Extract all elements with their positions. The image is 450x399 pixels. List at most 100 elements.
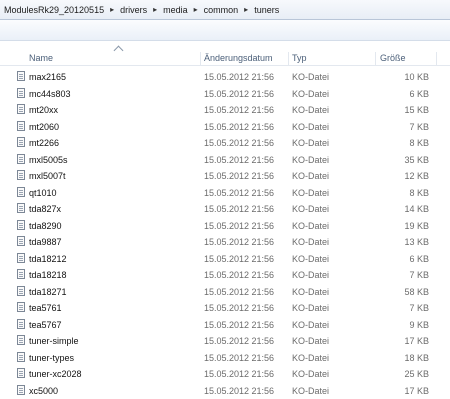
file-icon xyxy=(17,302,25,312)
file-row[interactable]: xc500015.05.2012 21:56KO-Datei17 KB xyxy=(0,383,450,399)
file-list: max216515.05.2012 21:56KO-Datei10 KBmc44… xyxy=(0,69,450,399)
file-size: 8 KB xyxy=(409,188,429,198)
file-size: 7 KB xyxy=(409,122,429,132)
file-type: KO-Datei xyxy=(292,171,329,181)
file-type: KO-Datei xyxy=(292,353,329,363)
file-row[interactable]: mxl5007t15.05.2012 21:56KO-Datei12 KB xyxy=(0,168,450,185)
file-date: 15.05.2012 21:56 xyxy=(204,105,274,115)
file-row[interactable]: mc44s80315.05.2012 21:56KO-Datei6 KB xyxy=(0,86,450,103)
file-name: tda9887 xyxy=(29,237,62,247)
file-icon xyxy=(17,286,25,296)
file-date: 15.05.2012 21:56 xyxy=(204,287,274,297)
breadcrumb-separator-icon[interactable]: ▸ xyxy=(110,5,114,14)
file-row[interactable]: tda1827115.05.2012 21:56KO-Datei58 KB xyxy=(0,284,450,301)
file-name: tea5761 xyxy=(29,303,62,313)
file-date: 15.05.2012 21:56 xyxy=(204,89,274,99)
file-icon xyxy=(17,88,25,98)
file-size: 7 KB xyxy=(409,303,429,313)
file-icon xyxy=(17,236,25,246)
file-icon xyxy=(17,385,25,395)
file-type: KO-Datei xyxy=(292,287,329,297)
address-bar[interactable]: ModulesRk29_20120515 ▸ drivers ▸ media ▸… xyxy=(0,0,450,20)
file-name: tea5767 xyxy=(29,320,62,330)
column-divider[interactable] xyxy=(375,52,376,65)
file-size: 12 KB xyxy=(404,171,429,181)
file-icon xyxy=(17,154,25,164)
file-type: KO-Datei xyxy=(292,138,329,148)
file-type: KO-Datei xyxy=(292,270,329,280)
column-divider[interactable] xyxy=(288,52,289,65)
file-name: tda827x xyxy=(29,204,61,214)
file-icon xyxy=(17,121,25,131)
file-icon xyxy=(17,203,25,213)
file-row[interactable]: tuner-simple15.05.2012 21:56KO-Datei17 K… xyxy=(0,333,450,350)
file-icon xyxy=(17,71,25,81)
file-row[interactable]: tda827x15.05.2012 21:56KO-Datei14 KB xyxy=(0,201,450,218)
column-header-size[interactable]: Größe xyxy=(380,53,406,63)
file-icon xyxy=(17,368,25,378)
breadcrumb-separator-icon[interactable]: ▸ xyxy=(244,5,248,14)
file-name: mt20xx xyxy=(29,105,58,115)
file-row[interactable]: mt206015.05.2012 21:56KO-Datei7 KB xyxy=(0,119,450,136)
file-date: 15.05.2012 21:56 xyxy=(204,336,274,346)
file-row[interactable]: tuner-types15.05.2012 21:56KO-Datei18 KB xyxy=(0,350,450,367)
file-size: 10 KB xyxy=(404,72,429,82)
file-type: KO-Datei xyxy=(292,386,329,396)
breadcrumb-item[interactable]: ModulesRk29_20120515 xyxy=(4,5,104,15)
file-type: KO-Datei xyxy=(292,254,329,264)
file-size: 19 KB xyxy=(404,221,429,231)
file-icon xyxy=(17,104,25,114)
file-row[interactable]: mxl5005s15.05.2012 21:56KO-Datei35 KB xyxy=(0,152,450,169)
breadcrumb-item[interactable]: tuners xyxy=(254,5,279,15)
file-row[interactable]: mt20xx15.05.2012 21:56KO-Datei15 KB xyxy=(0,102,450,119)
file-type: KO-Datei xyxy=(292,237,329,247)
breadcrumb-item[interactable]: common xyxy=(204,5,239,15)
file-name: mc44s803 xyxy=(29,89,71,99)
file-name: xc5000 xyxy=(29,386,58,396)
file-name: qt1010 xyxy=(29,188,57,198)
column-header-type[interactable]: Typ xyxy=(292,53,307,63)
file-type: KO-Datei xyxy=(292,72,329,82)
file-name: tuner-xc2028 xyxy=(29,369,82,379)
file-row[interactable]: max216515.05.2012 21:56KO-Datei10 KB xyxy=(0,69,450,86)
file-row[interactable]: qt101015.05.2012 21:56KO-Datei8 KB xyxy=(0,185,450,202)
file-row[interactable]: mt226615.05.2012 21:56KO-Datei8 KB xyxy=(0,135,450,152)
column-header-name[interactable]: Name xyxy=(29,53,53,63)
file-type: KO-Datei xyxy=(292,155,329,165)
file-date: 15.05.2012 21:56 xyxy=(204,237,274,247)
file-size: 18 KB xyxy=(404,353,429,363)
breadcrumb-item[interactable]: drivers xyxy=(120,5,147,15)
file-row[interactable]: tea576715.05.2012 21:56KO-Datei9 KB xyxy=(0,317,450,334)
file-name: tda18218 xyxy=(29,270,67,280)
file-row[interactable]: tuner-xc202815.05.2012 21:56KO-Datei25 K… xyxy=(0,366,450,383)
column-header-date[interactable]: Änderungsdatum xyxy=(204,53,273,63)
breadcrumb-separator-icon[interactable]: ▸ xyxy=(153,5,157,14)
file-date: 15.05.2012 21:56 xyxy=(204,155,274,165)
file-icon xyxy=(17,220,25,230)
file-size: 7 KB xyxy=(409,270,429,280)
file-size: 13 KB xyxy=(404,237,429,247)
file-date: 15.05.2012 21:56 xyxy=(204,188,274,198)
file-icon xyxy=(17,253,25,263)
file-date: 15.05.2012 21:56 xyxy=(204,303,274,313)
file-size: 17 KB xyxy=(404,336,429,346)
file-name: mt2060 xyxy=(29,122,59,132)
file-size: 6 KB xyxy=(409,254,429,264)
file-row[interactable]: tda1821815.05.2012 21:56KO-Datei7 KB xyxy=(0,267,450,284)
file-row[interactable]: tda9887 15.05.2012 21:56 KO-Datei 13 KB xyxy=(0,234,450,251)
breadcrumb-separator-icon[interactable]: ▸ xyxy=(194,5,198,14)
file-row[interactable]: tda1821215.05.2012 21:56KO-Datei6 KB xyxy=(0,251,450,268)
breadcrumb-item[interactable]: media xyxy=(163,5,188,15)
column-divider[interactable] xyxy=(200,52,201,65)
file-size: 6 KB xyxy=(409,89,429,99)
column-header-row: Name Änderungsdatum Typ Größe xyxy=(0,52,450,66)
column-divider[interactable] xyxy=(436,52,437,65)
file-row[interactable]: tea576115.05.2012 21:56KO-Datei7 KB xyxy=(0,300,450,317)
file-size: 15 KB xyxy=(404,105,429,115)
file-name: tuner-simple xyxy=(29,336,79,346)
file-row[interactable]: tda829015.05.2012 21:56KO-Datei19 KB xyxy=(0,218,450,235)
file-date: 15.05.2012 21:56 xyxy=(204,72,274,82)
file-name: mxl5005s xyxy=(29,155,68,165)
file-icon xyxy=(17,352,25,362)
file-icon xyxy=(17,187,25,197)
